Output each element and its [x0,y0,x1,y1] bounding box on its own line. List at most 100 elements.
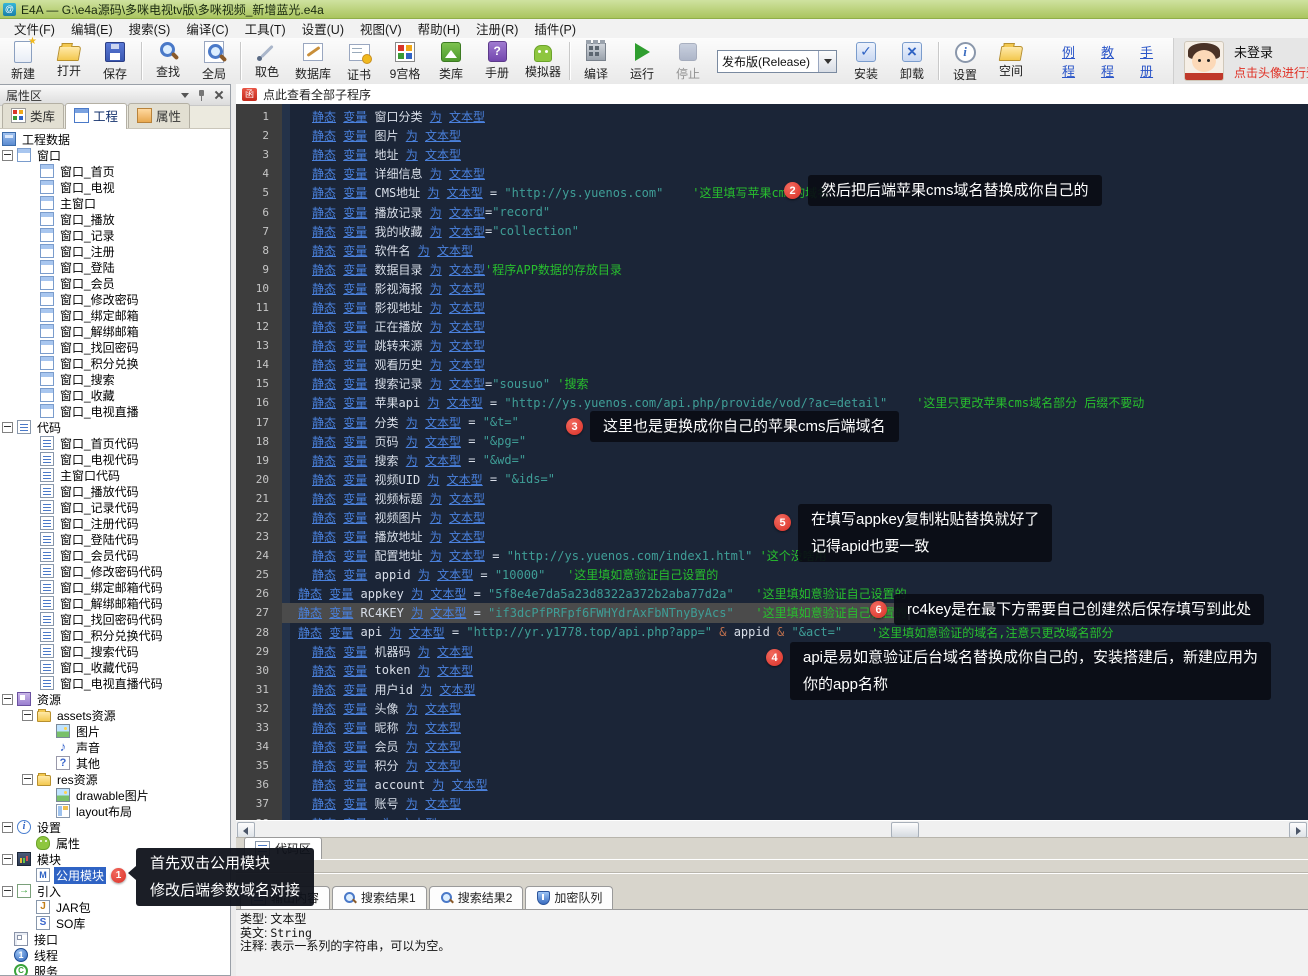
menu-item[interactable]: 搜索(S) [121,18,179,39]
scroll-left-icon[interactable] [237,822,255,838]
find-button[interactable]: 查找 [145,38,191,84]
tree-item[interactable]: 窗口_积分兑换 [0,355,230,371]
collapse-icon[interactable] [2,886,13,897]
emulator-button[interactable]: 模拟器 [520,38,566,84]
tree-item[interactable]: 窗口_绑定邮箱 [0,307,230,323]
code-line[interactable]: 6静态 变量 播放记录 为 文本型="record" [236,202,1308,221]
code-line[interactable]: 11静态 变量 影视地址 为 文本型 [236,298,1308,317]
tree-item[interactable]: 声音 [0,739,230,755]
tree-item[interactable]: 窗口_播放 [0,211,230,227]
tab-project[interactable]: 工程 [65,103,127,129]
tree-item[interactable]: 窗口_登陆代码 [0,531,230,547]
code-line[interactable]: 4静态 变量 详细信息 为 文本型 [236,164,1308,183]
menu-item[interactable]: 设置(U) [294,18,352,39]
color-pick-button[interactable]: 取色 [244,38,290,84]
code-line[interactable]: 5静态 变量 CMS地址 为 文本型 = "http://ys.yuenos.c… [236,183,1308,202]
tree-item[interactable]: res资源 [0,771,230,787]
collapse-icon[interactable] [2,422,13,433]
code-line[interactable]: 3静态 变量 地址 为 文本型 [236,145,1308,164]
code-line[interactable]: 37静态 变量 账号 为 文本型 [236,794,1308,813]
tree-item[interactable]: layout布局 [0,803,230,819]
menu-item[interactable]: 视图(V) [352,18,410,39]
menu-item[interactable]: 注册(R) [468,18,526,39]
tree-item[interactable]: 窗口_绑定邮箱代码 [0,579,230,595]
tree-item[interactable]: 窗口_修改密码代码 [0,563,230,579]
chevron-down-icon[interactable] [818,51,836,72]
tree-item[interactable]: 窗口_播放代码 [0,483,230,499]
code-line[interactable]: 7静态 变量 我的收藏 为 文本型="collection" [236,222,1308,241]
code-line[interactable]: 19静态 变量 搜索 为 文本型 = "&wd=" [236,451,1308,470]
close-icon[interactable] [212,88,226,102]
tree-item[interactable]: assets资源 [0,707,230,723]
tree-item[interactable]: 窗口_搜索代码 [0,643,230,659]
compile-button[interactable]: 编译 [573,38,619,84]
tree-item[interactable]: 窗口_首页 [0,163,230,179]
tree-item[interactable]: 服务 [0,963,230,975]
code-line[interactable]: 20静态 变量 视频UID 为 文本型 = "&ids=" [236,470,1308,489]
menu-item[interactable]: 编辑(E) [63,18,121,39]
collapse-icon[interactable] [2,854,13,865]
tree-item[interactable]: 窗口_电视直播 [0,403,230,419]
collapse-icon[interactable] [22,710,33,721]
tree-item[interactable]: 窗口_修改密码 [0,291,230,307]
tree-item[interactable]: 代码 [0,419,230,435]
collapse-icon[interactable] [2,822,13,833]
code-line[interactable]: 28静态 变量 api 为 文本型 = "http://yr.y1778.top… [236,623,1308,642]
subprograms-bar[interactable]: 点此查看全部子程序 [236,84,1308,105]
tree-item[interactable]: 线程 [0,947,230,963]
code-line[interactable]: 9静态 变量 数据目录 为 文本型'程序APP数据的存放目录 [236,260,1308,279]
workspace-button[interactable]: 空间 [988,38,1034,84]
examples-link[interactable]: 例程 [1062,42,1075,80]
tree-item[interactable]: 窗口_电视直播代码 [0,675,230,691]
tutorials-link[interactable]: 教程 [1101,42,1114,80]
code-line[interactable]: 32静态 变量 头像 为 文本型 [236,699,1308,718]
code-line[interactable]: 12静态 变量 正在播放 为 文本型 [236,317,1308,336]
settings-button[interactable]: 设置 [942,38,988,84]
global-button[interactable]: 全局 [191,38,237,84]
code-line[interactable]: 1静态 变量 窗口分类 为 文本型 [236,107,1308,126]
menu-item[interactable]: 工具(T) [237,18,294,39]
pin-icon[interactable] [195,88,209,102]
library-button[interactable]: 类库 [428,38,474,84]
code-line[interactable]: 2静态 变量 图片 为 文本型 [236,126,1308,145]
tree-item[interactable]: 窗口_解绑邮箱 [0,323,230,339]
tree-item[interactable]: 设置 [0,819,230,835]
tab-encrypt-queue[interactable]: 加密队列 [525,886,613,909]
install-button[interactable]: 安装 [843,38,889,84]
tree-item[interactable]: 其他 [0,755,230,771]
code-line[interactable]: 36静态 变量 account 为 文本型 [236,775,1308,794]
tree-item[interactable]: 窗口_收藏代码 [0,659,230,675]
tree-item[interactable]: 工程数据 [0,131,230,147]
code-line[interactable]: 34静态 变量 会员 为 文本型 [236,737,1308,756]
tree-item[interactable]: 窗口_注册 [0,243,230,259]
tree-item[interactable]: 窗口 [0,147,230,163]
save-button[interactable]: 保存 [92,38,138,84]
tree-item[interactable]: 资源 [0,691,230,707]
code-line[interactable]: 15静态 变量 搜索记录 为 文本型="sousuo" '搜索 [236,374,1308,393]
code-editor[interactable]: 1静态 变量 窗口分类 为 文本型2静态 变量 图片 为 文本型3静态 变量 地… [236,104,1308,820]
collapse-icon[interactable] [2,150,13,161]
tree-item[interactable]: 窗口_找回密码 [0,339,230,355]
tree-item[interactable]: 主窗口 [0,195,230,211]
panel-menu-icon[interactable] [178,88,192,102]
code-line[interactable]: 10静态 变量 影视海报 为 文本型 [236,279,1308,298]
tab-properties[interactable]: 属性 [128,103,190,128]
menu-item[interactable]: 编译(C) [178,18,236,39]
tree-item[interactable]: 窗口_会员 [0,275,230,291]
open-button[interactable]: 打开 [46,38,92,84]
certificate-button[interactable]: 证书 [336,38,382,84]
code-line[interactable]: 25静态 变量 appid 为 文本型 = "10000" '这里填如意验证自己… [236,565,1308,584]
tree-item[interactable]: 窗口_记录 [0,227,230,243]
database-button[interactable]: 数据库 [290,38,336,84]
tree-item[interactable]: 主窗口代码 [0,467,230,483]
tree-item[interactable]: drawable图片 [0,787,230,803]
tree-item[interactable]: 窗口_电视代码 [0,451,230,467]
tree-item[interactable]: SO库 [0,915,230,931]
code-line[interactable]: 16静态 变量 苹果api 为 文本型 = "http://ys.yuenos.… [236,393,1308,412]
new-button[interactable]: 新建 [0,38,46,84]
login-action-link[interactable]: 点击头像进行登录 [1234,64,1308,81]
code-line[interactable]: 21静态 变量 视频标题 为 文本型 [236,489,1308,508]
menu-item[interactable]: 插件(P) [526,18,584,39]
collapse-icon[interactable] [2,694,13,705]
avatar[interactable] [1184,41,1224,81]
